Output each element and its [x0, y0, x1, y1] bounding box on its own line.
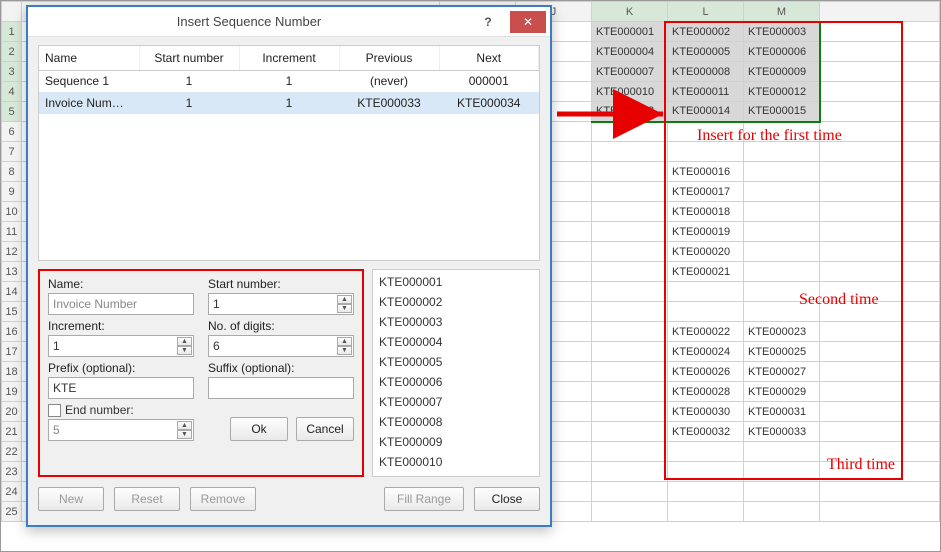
- end-number-checkbox[interactable]: End number:: [48, 403, 194, 417]
- sequence-table[interactable]: Name Start number Increment Previous Nex…: [38, 45, 540, 261]
- spinner[interactable]: ▲▼: [177, 337, 192, 355]
- table-col-next[interactable]: Next: [439, 46, 539, 70]
- list-item: KTE000001: [379, 272, 533, 292]
- table-row[interactable]: Sequence 111(never)000001: [39, 70, 539, 92]
- colhead-L[interactable]: L: [668, 2, 744, 22]
- table-col-start[interactable]: Start number: [139, 46, 239, 70]
- end-number-input[interactable]: 5▲▼: [48, 419, 194, 441]
- colhead-M[interactable]: M: [744, 2, 820, 22]
- label-increment: Increment:: [48, 319, 194, 333]
- increment-input[interactable]: 1▲▼: [48, 335, 194, 357]
- annot-first: Insert for the first time: [697, 127, 842, 145]
- label-suffix: Suffix (optional):: [208, 361, 354, 375]
- digits-input[interactable]: 6▲▼: [208, 335, 354, 357]
- table-col-name[interactable]: Name: [39, 46, 139, 70]
- colhead-K[interactable]: K: [592, 2, 668, 22]
- label-name: Name:: [48, 277, 194, 291]
- close-button[interactable]: Close: [474, 487, 540, 511]
- right-callout: [664, 21, 903, 480]
- remove-button[interactable]: Remove: [190, 487, 256, 511]
- reset-button[interactable]: Reset: [114, 487, 180, 511]
- list-item: KTE000002: [379, 292, 533, 312]
- list-item: KTE000004: [379, 332, 533, 352]
- list-item: KTE000009: [379, 432, 533, 452]
- label-prefix: Prefix (optional):: [48, 361, 194, 375]
- label-digits: No. of digits:: [208, 319, 354, 333]
- sequence-form: Name: Invoice Number Start number: 1▲▼ I…: [38, 269, 364, 477]
- start-number-input[interactable]: 1▲▼: [208, 293, 354, 315]
- help-button[interactable]: ?: [470, 11, 506, 33]
- annot-third: Third time: [827, 456, 895, 474]
- list-item: KTE000010: [379, 452, 533, 472]
- close-icon[interactable]: ✕: [510, 11, 546, 33]
- suffix-input[interactable]: [208, 377, 354, 399]
- table-col-prev[interactable]: Previous: [339, 46, 439, 70]
- ok-button[interactable]: Ok: [230, 417, 288, 441]
- insert-sequence-dialog: Insert Sequence Number ? ✕ Name Start nu…: [26, 5, 552, 527]
- label-start: Start number:: [208, 277, 354, 291]
- spinner[interactable]: ▲▼: [337, 295, 352, 313]
- prefix-input[interactable]: KTE: [48, 377, 194, 399]
- list-item: KTE000005: [379, 352, 533, 372]
- new-button[interactable]: New: [38, 487, 104, 511]
- list-item: KTE000003: [379, 312, 533, 332]
- select-all-cell[interactable]: [2, 2, 22, 22]
- cancel-button[interactable]: Cancel: [296, 417, 354, 441]
- arrow-to-sheet: [557, 99, 677, 132]
- fill-range-button[interactable]: Fill Range: [384, 487, 464, 511]
- spinner[interactable]: ▲▼: [337, 337, 352, 355]
- preview-list: KTE000001 KTE000002 KTE000003 KTE000004 …: [372, 269, 540, 477]
- annot-second: Second time: [799, 291, 879, 309]
- dialog-titlebar[interactable]: Insert Sequence Number ? ✕: [28, 7, 550, 37]
- dialog-title: Insert Sequence Number: [28, 14, 470, 29]
- list-item: KTE000007: [379, 392, 533, 412]
- table-row[interactable]: Invoice Num…11KTE000033KTE000034: [39, 92, 539, 114]
- colhead-spare[interactable]: [820, 2, 940, 22]
- spinner[interactable]: ▲▼: [177, 421, 192, 439]
- name-input[interactable]: Invoice Number: [48, 293, 194, 315]
- table-col-inc[interactable]: Increment: [239, 46, 339, 70]
- list-item: KTE000008: [379, 412, 533, 432]
- cell[interactable]: KTE000001: [592, 22, 668, 42]
- list-item: KTE000006: [379, 372, 533, 392]
